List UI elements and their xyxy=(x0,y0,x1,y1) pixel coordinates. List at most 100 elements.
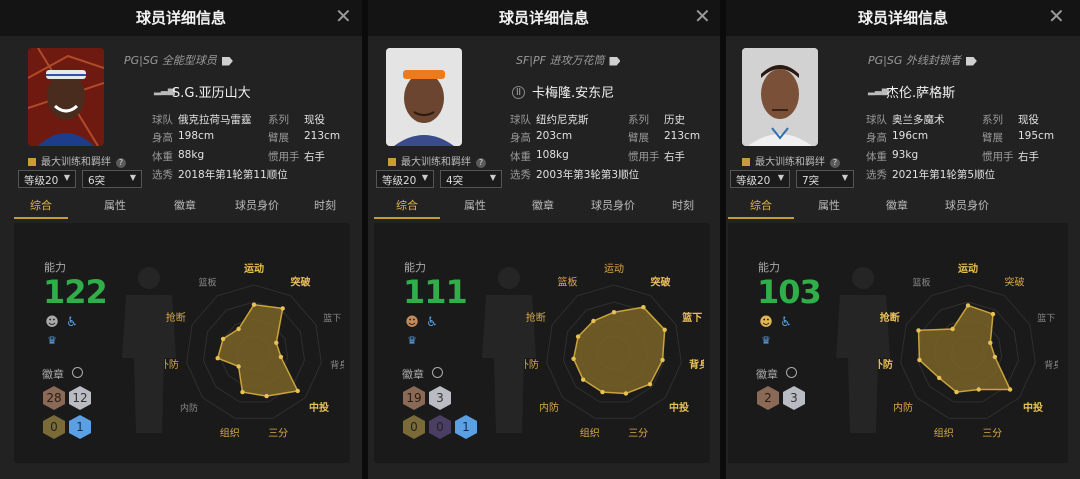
radar-label: 突破 xyxy=(1005,275,1025,288)
weight-label: 体重 xyxy=(510,151,531,163)
draft-value: 2018年第1轮第11顺位 xyxy=(178,169,288,181)
max-train-toggle[interactable]: 最大训练和羁绊? xyxy=(742,153,840,168)
badge-gold[interactable]: 0 xyxy=(403,415,425,439)
wingspan-value: 213cm xyxy=(304,130,341,142)
close-icon[interactable]: ✕ xyxy=(694,6,711,26)
chevron-down-icon: ▼ xyxy=(777,173,784,182)
tab-value[interactable]: 球员身价 xyxy=(222,197,292,219)
tab-overview[interactable]: 综合 xyxy=(728,197,794,219)
radar-chart: 运动突破篮下背身中投三分 组织 内防 外防 抢断 篮板 xyxy=(524,263,704,440)
weight-value: 108kg xyxy=(536,149,569,161)
radar-point xyxy=(591,318,596,324)
radar-point xyxy=(611,310,617,315)
search-icon[interactable] xyxy=(786,367,797,378)
crown-icon: ♛ xyxy=(407,334,417,347)
tab-moments[interactable]: 时刻 xyxy=(298,197,352,219)
ability-value: 122 xyxy=(43,273,108,311)
hand-value: 右手 xyxy=(304,151,325,163)
checkbox[interactable] xyxy=(28,158,36,166)
search-icon[interactable] xyxy=(432,367,443,378)
close-icon[interactable]: ✕ xyxy=(1048,6,1065,26)
radar-label: 背身 xyxy=(1044,359,1058,371)
badge-bronze[interactable]: 28 xyxy=(43,386,65,410)
badge-bronze[interactable]: 19 xyxy=(403,386,425,410)
radar-label: 三分 xyxy=(982,428,1002,440)
draft-value: 2003年第3轮第3顺位 xyxy=(536,169,640,181)
radar-label: 背身 xyxy=(330,359,344,371)
badge-gold[interactable]: 0 xyxy=(43,415,65,439)
height-label: 身高 xyxy=(866,132,887,144)
height-value: 196cm xyxy=(892,130,929,142)
level-select[interactable]: 等级20 ▼ xyxy=(376,170,434,188)
radar-point xyxy=(236,364,241,369)
radar-point xyxy=(600,389,605,395)
radar-chart: 运动突破篮下背身中投三分 组织 内防 外防 抢断 篮板 xyxy=(164,262,344,440)
radar-label: 篮板 xyxy=(558,275,578,288)
radar-point xyxy=(660,357,665,363)
draft-label: 选秀 xyxy=(152,169,173,181)
search-icon[interactable] xyxy=(72,367,83,378)
radar-point xyxy=(950,326,955,332)
help-icon[interactable]: ? xyxy=(476,158,486,168)
role-trait-icon: ♿ xyxy=(426,315,438,330)
badge-purple[interactable]: 0 xyxy=(429,415,451,439)
badge-silver[interactable]: 3 xyxy=(783,386,805,410)
team-value: 奥兰多魔术 xyxy=(892,114,945,126)
tab-attributes[interactable]: 属性 xyxy=(802,197,856,219)
series-value: 现役 xyxy=(1018,114,1039,126)
radar-point xyxy=(575,334,581,339)
chevron-down-icon: ▼ xyxy=(63,173,70,182)
radar-label: 篮板 xyxy=(912,276,930,288)
series-label: 系列 xyxy=(268,114,289,126)
radar-point xyxy=(251,302,257,307)
radar-label: 外防 xyxy=(524,358,539,371)
breakthrough-select[interactable]: 4突 ▼ xyxy=(440,170,502,188)
tab-value[interactable]: 球员身价 xyxy=(578,197,648,219)
tab-overview[interactable]: 综合 xyxy=(14,197,68,219)
position-tag: PG|SG 外线封锁者 xyxy=(868,52,977,68)
wingspan-label: 臂展 xyxy=(628,132,649,144)
tab-bar: 综合 属性 徽章 球员身价 时刻 xyxy=(14,197,354,219)
level-select[interactable]: 等级20 ▼ xyxy=(730,170,790,188)
draft-label: 选秀 xyxy=(510,169,531,181)
help-icon[interactable]: ? xyxy=(830,158,840,168)
tab-badges[interactable]: 徽章 xyxy=(158,197,212,219)
ability-value: 103 xyxy=(757,273,822,311)
radar-point xyxy=(240,389,245,395)
radar-label: 内防 xyxy=(180,402,198,414)
max-train-toggle[interactable]: 最大训练和羁绊? xyxy=(28,153,126,168)
checkbox[interactable] xyxy=(742,158,750,166)
max-train-toggle[interactable]: 最大训练和羁绊? xyxy=(388,153,486,168)
radar-point xyxy=(571,356,576,361)
team-trait-icon: ☻ xyxy=(759,315,773,330)
screen: 球员详细信息 ✕ PG|SG 全能型球员 ▂▃▅ S.G.亚历山大 球队 俄克拉… xyxy=(0,0,1080,479)
radar-label: 抢断 xyxy=(880,311,900,324)
team-label: 球队 xyxy=(866,114,887,126)
player-avatar xyxy=(28,48,104,146)
badge-silver[interactable]: 12 xyxy=(69,386,91,410)
checkbox[interactable] xyxy=(388,158,396,166)
tab-overview[interactable]: 综合 xyxy=(374,197,440,219)
badge-hof[interactable]: 1 xyxy=(69,415,91,439)
tab-badges[interactable]: 徽章 xyxy=(516,197,570,219)
tab-value[interactable]: 球员身价 xyxy=(932,197,1002,219)
hand-label: 惯用手 xyxy=(268,151,300,163)
radar-label: 篮板 xyxy=(198,276,216,288)
tab-moments[interactable]: 时刻 xyxy=(656,197,710,219)
tab-attributes[interactable]: 属性 xyxy=(88,197,142,219)
level-select[interactable]: 等级20 ▼ xyxy=(18,170,76,188)
hand-label: 惯用手 xyxy=(628,151,660,163)
team-trait-icon: ☻ xyxy=(405,315,419,330)
radar-point xyxy=(937,375,942,381)
badge-bronze[interactable]: 2 xyxy=(757,386,779,410)
tab-badges[interactable]: 徽章 xyxy=(870,197,924,219)
breakthrough-select[interactable]: 6突 ▼ xyxy=(82,170,142,188)
breakthrough-select[interactable]: 7突 ▼ xyxy=(796,170,854,188)
tab-attributes[interactable]: 属性 xyxy=(448,197,502,219)
team-label: 球队 xyxy=(510,114,531,126)
ability-value: 111 xyxy=(403,273,468,311)
close-icon[interactable]: ✕ xyxy=(335,6,352,26)
help-icon[interactable]: ? xyxy=(116,158,126,168)
player-panel-sga: 球员详细信息 ✕ PG|SG 全能型球员 ▂▃▅ S.G.亚历山大 球队 俄克拉… xyxy=(0,0,362,479)
badge-silver[interactable]: 3 xyxy=(429,386,451,410)
